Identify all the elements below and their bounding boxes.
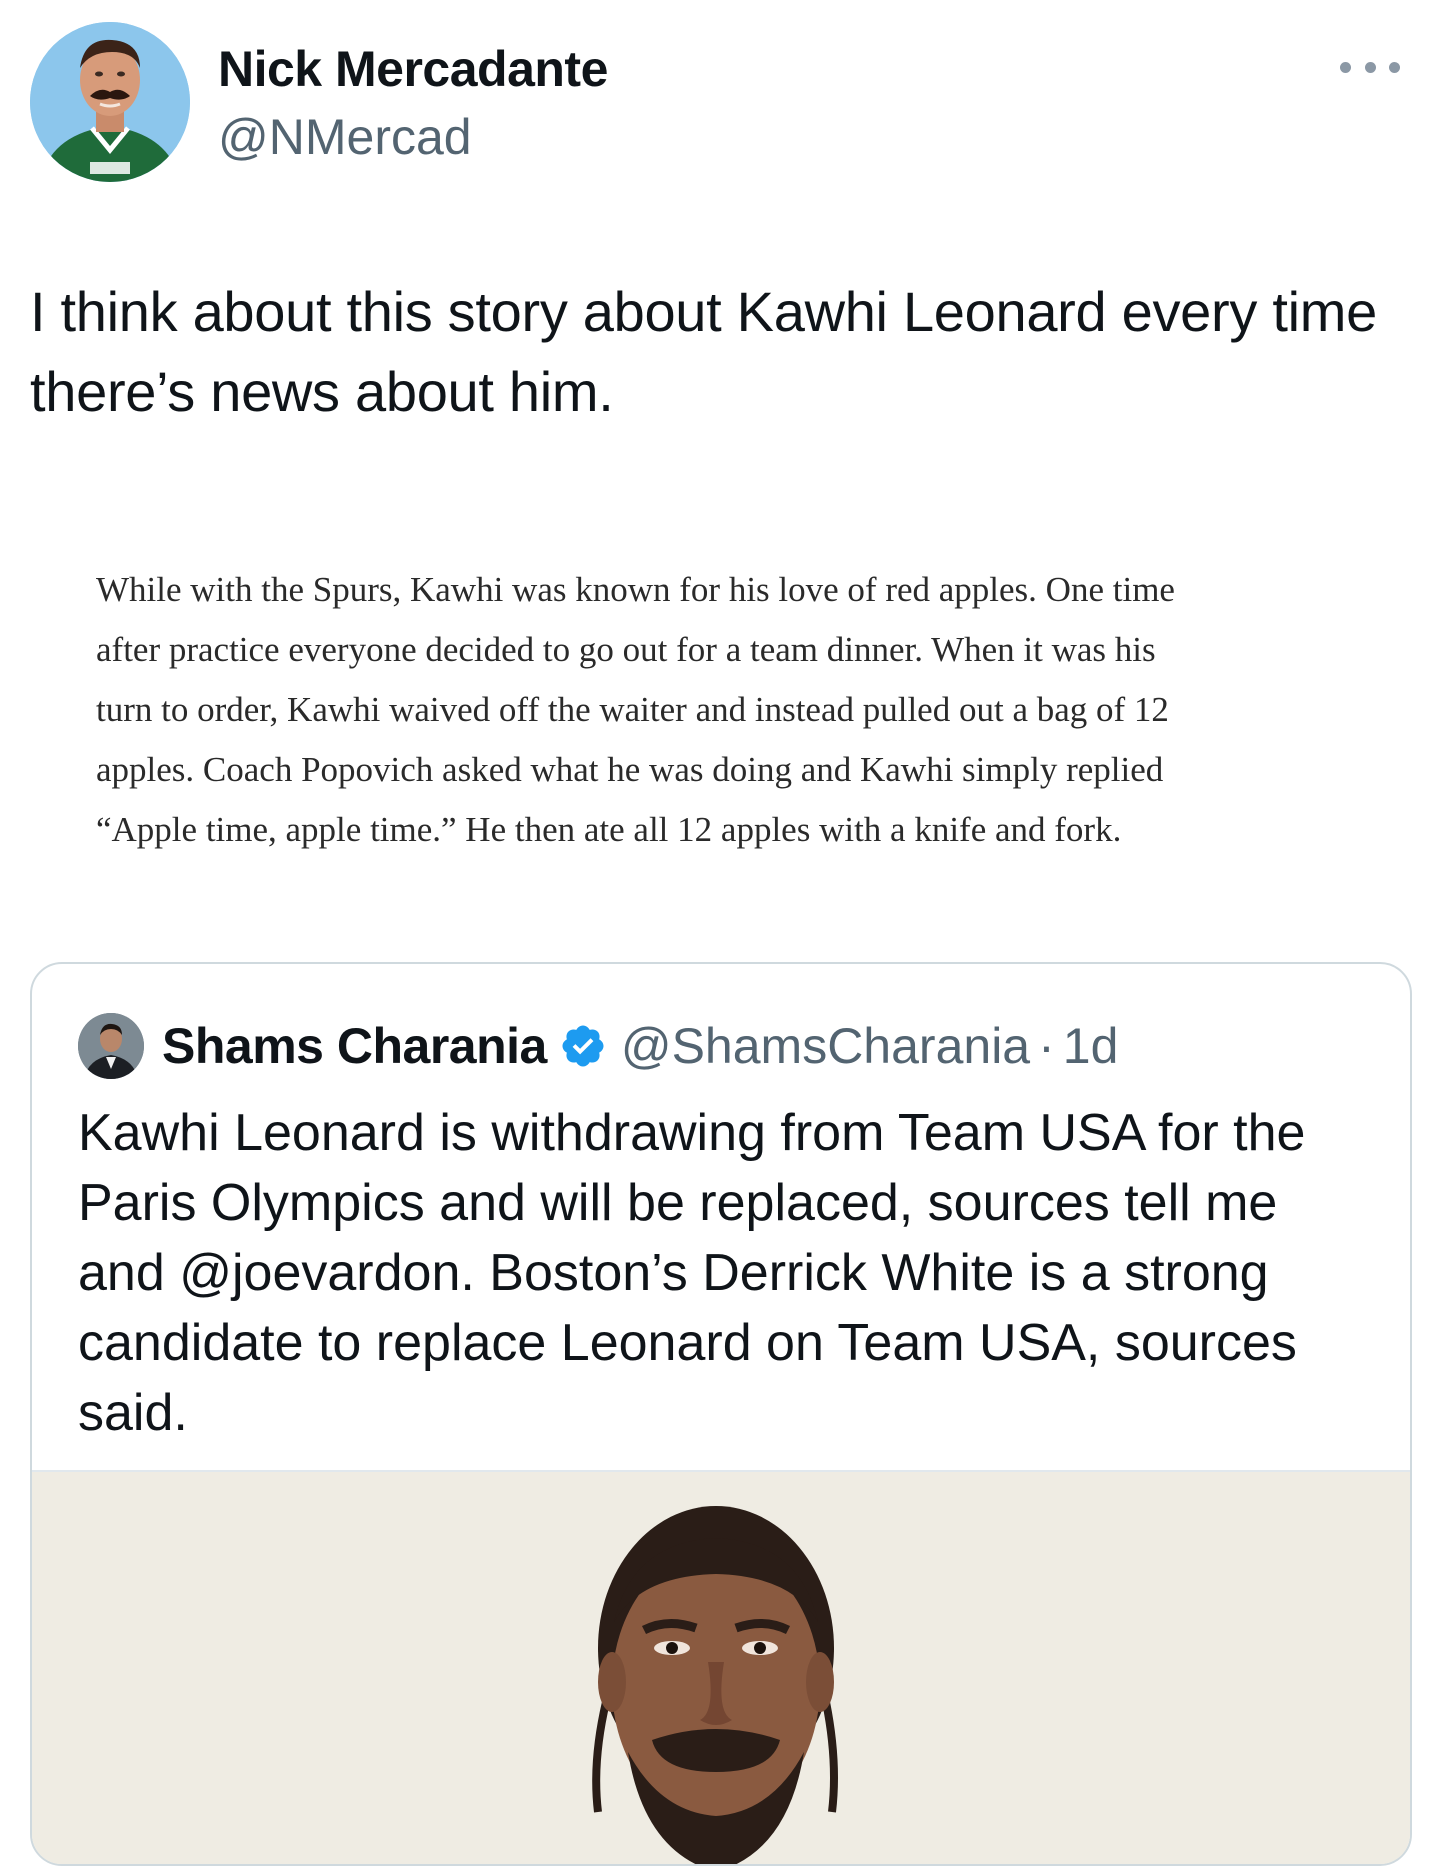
more-horizontal-icon-dot [1389, 61, 1400, 73]
author-handle[interactable]: @NMercad [218, 108, 472, 166]
tweet-text: I think about this story about Kawhi Leo… [30, 280, 1377, 423]
header-separator: · [1038, 1018, 1055, 1074]
tweet[interactable]: Nick Mercadante @NMercad I think about t… [0, 0, 1440, 1866]
excerpt-line: apples. Coach Popovich asked what he was… [96, 750, 1164, 789]
excerpt-line: after practice everyone decided to go ou… [96, 630, 1156, 669]
excerpt-line: turn to order, Kawhi waived off the wait… [96, 690, 1169, 729]
quoted-tweet-photo[interactable] [32, 1470, 1410, 1864]
more-horizontal-icon [1340, 61, 1351, 73]
quoted-author-avatar[interactable] [78, 1013, 144, 1079]
quoted-tweet-header: Shams Charania @ShamsCharania · 1d [78, 1008, 1118, 1084]
player-photo-image [32, 1472, 1410, 1864]
verified-badge-icon [562, 1025, 604, 1067]
excerpt-line: “Apple time, apple time.” He then ate al… [96, 810, 1122, 849]
author-display-name[interactable]: Nick Mercadante [218, 40, 608, 98]
quoted-tweet-timestamp[interactable]: 1d [1063, 1017, 1119, 1075]
quoted-author-name[interactable]: Shams Charania [162, 1017, 547, 1075]
excerpt-line: While with the Spurs, Kawhi was known fo… [96, 570, 1175, 609]
quoted-tweet-card[interactable]: Shams Charania @ShamsCharania · 1d Kawhi… [30, 962, 1412, 1866]
quoted-author-handle[interactable]: @ShamsCharania [621, 1017, 1030, 1075]
attached-text-image[interactable]: While with the Spurs, Kawhi was known fo… [96, 560, 1366, 860]
quoted-author-avatar-image [78, 1013, 144, 1079]
more-horizontal-icon-dot [1364, 61, 1376, 73]
author-avatar[interactable] [30, 22, 190, 182]
author-avatar-image [30, 22, 190, 182]
quoted-tweet-text: Kawhi Leonard is withdrawing from Team U… [78, 1104, 1306, 1442]
more-options-button[interactable] [1340, 52, 1400, 82]
